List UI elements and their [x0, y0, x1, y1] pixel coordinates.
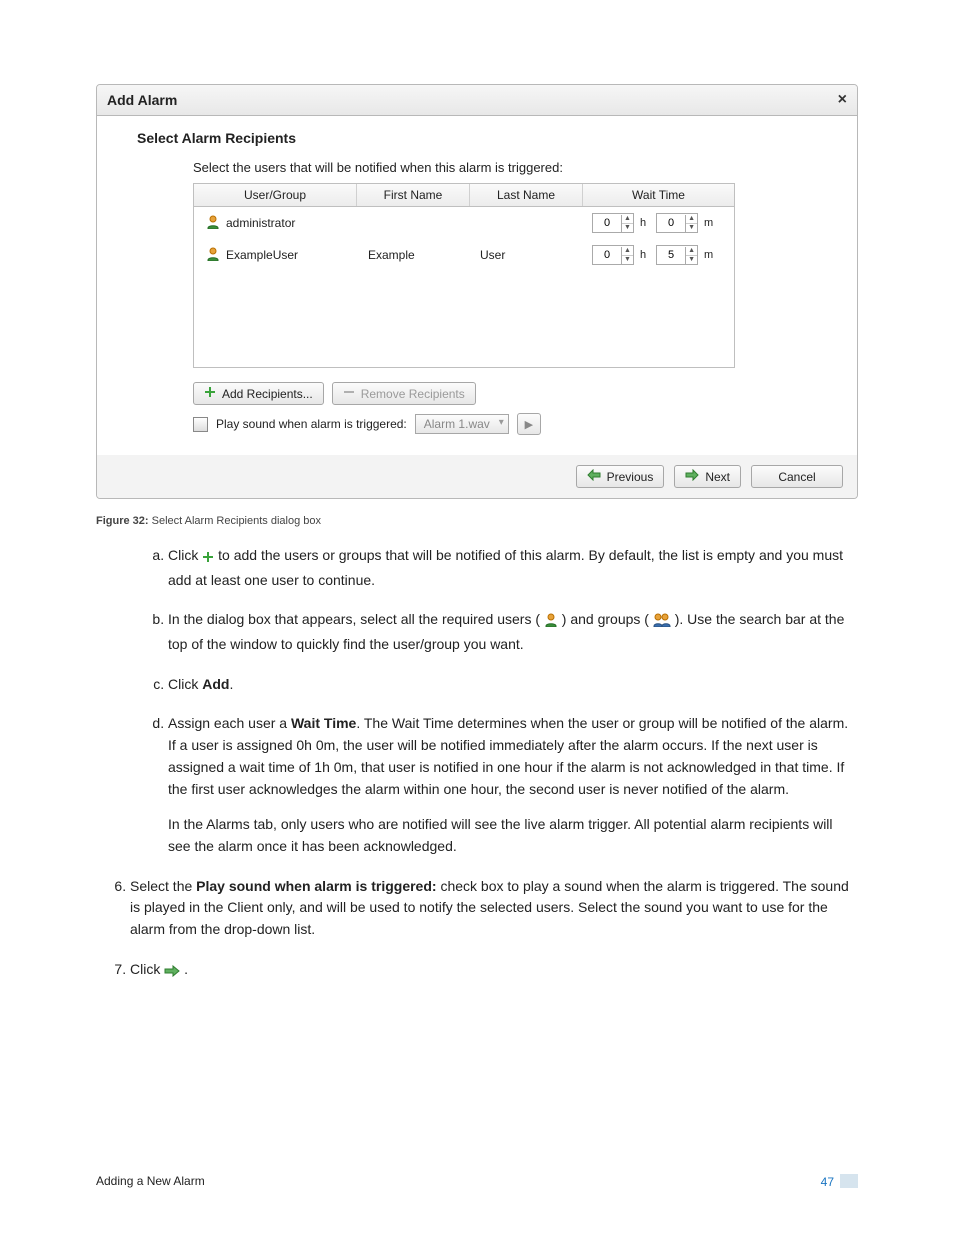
hours-stepper[interactable]: ▲▼: [592, 213, 634, 233]
remove-recipients-button[interactable]: Remove Recipients: [332, 382, 476, 405]
dialog-footer: Previous Next Cancel: [97, 455, 857, 498]
col-user-group: User/Group: [194, 184, 357, 206]
col-wait-time: Wait Time: [583, 184, 734, 206]
instruction-text: Select the users that will be notified w…: [193, 160, 817, 175]
substeps-list: Click to add the users or groups that wi…: [96, 545, 858, 858]
mins-stepper[interactable]: ▲▼: [656, 245, 698, 265]
table-row[interactable]: ExampleUser Example User ▲▼ h ▲▼: [194, 239, 734, 271]
cell-user: administrator: [226, 216, 295, 230]
arrow-right-icon: [685, 469, 699, 484]
close-icon[interactable]: ×: [838, 91, 847, 109]
page-footer: Adding a New Alarm 47: [96, 1174, 858, 1189]
remove-recipients-label: Remove Recipients: [361, 387, 465, 401]
play-sound-label: Play sound when alarm is triggered:: [216, 417, 407, 431]
mins-input[interactable]: [657, 248, 685, 262]
minus-icon: [343, 386, 355, 401]
arrow-right-icon: [164, 962, 180, 984]
list-item: In the dialog box that appears, select a…: [168, 609, 858, 655]
footer-title: Adding a New Alarm: [96, 1174, 205, 1189]
add-recipients-button[interactable]: Add Recipients...: [193, 382, 324, 405]
play-icon[interactable]: ▶: [517, 413, 541, 435]
play-sound-checkbox[interactable]: [193, 417, 208, 432]
cell-last: User: [474, 248, 586, 262]
mins-input[interactable]: [657, 216, 685, 230]
cell-first: Example: [362, 248, 474, 262]
user-icon: [206, 215, 220, 232]
col-first-name: First Name: [357, 184, 470, 206]
list-item: Select the Play sound when alarm is trig…: [130, 876, 858, 941]
user-icon: [206, 247, 220, 264]
add-alarm-dialog: Add Alarm × Select Alarm Recipients Sele…: [96, 84, 858, 499]
steps-list: Select the Play sound when alarm is trig…: [96, 876, 858, 984]
add-recipients-label: Add Recipients...: [222, 387, 313, 401]
plus-icon: [202, 548, 214, 570]
list-item: Click to add the users or groups that wi…: [168, 545, 858, 591]
figure-caption: Figure 32: Select Alarm Recipients dialo…: [96, 515, 858, 527]
next-button[interactable]: Next: [674, 465, 741, 488]
previous-button[interactable]: Previous: [576, 465, 665, 488]
sound-select[interactable]: Alarm 1.wav: [415, 414, 509, 434]
titlebar: Add Alarm ×: [97, 85, 857, 116]
hours-stepper[interactable]: ▲▼: [592, 245, 634, 265]
dialog-body: Select Alarm Recipients Select the users…: [97, 116, 857, 455]
page-marker-icon: [840, 1174, 858, 1188]
list-item: Click Add.: [168, 674, 858, 696]
hours-input[interactable]: [593, 248, 621, 262]
paragraph: In the Alarms tab, only users who are no…: [168, 814, 858, 857]
list-item: Assign each user a Wait Time. The Wait T…: [168, 713, 858, 857]
col-last-name: Last Name: [470, 184, 583, 206]
user-icon: [544, 612, 558, 634]
table-row[interactable]: administrator ▲▼ h ▲▼: [194, 207, 734, 239]
plus-icon: [204, 386, 216, 401]
arrow-left-icon: [587, 469, 601, 484]
table-header: User/Group First Name Last Name Wait Tim…: [194, 184, 734, 207]
recipients-table: User/Group First Name Last Name Wait Tim…: [193, 183, 735, 368]
table-rows: administrator ▲▼ h ▲▼: [194, 207, 734, 367]
dialog-title: Add Alarm: [107, 92, 177, 108]
cancel-button[interactable]: Cancel: [751, 465, 843, 488]
list-item: Click .: [130, 959, 858, 984]
group-icon: [653, 612, 671, 634]
hours-input[interactable]: [593, 216, 621, 230]
mins-stepper[interactable]: ▲▼: [656, 213, 698, 233]
cell-user: ExampleUser: [226, 248, 298, 262]
section-title: Select Alarm Recipients: [137, 130, 817, 146]
page-number: 47: [821, 1175, 834, 1189]
